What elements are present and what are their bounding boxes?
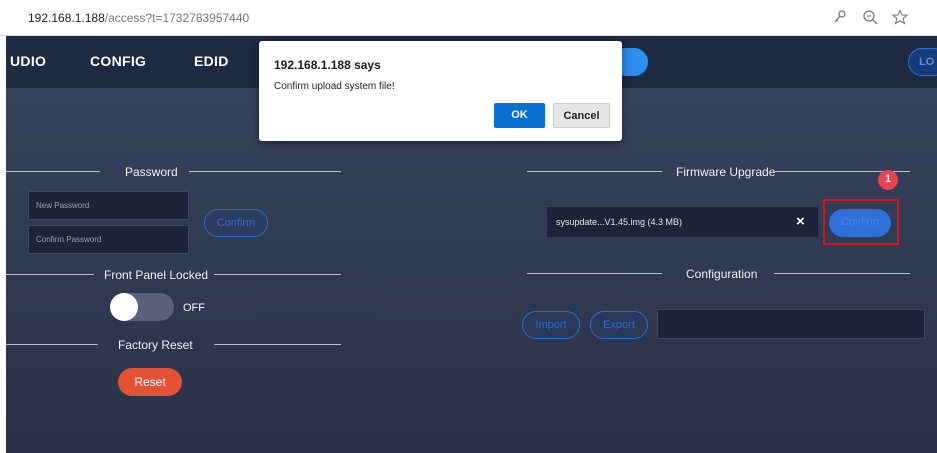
url-path: /access?t=1732783957440 — [104, 11, 250, 25]
dialog-title: 192.168.1.188 says — [274, 58, 381, 72]
address-url[interactable]: 192.168.1.188/access?t=1732783957440 — [28, 11, 249, 25]
firmware-file-name: sysupdate...V1.45.img (4.3 MB) — [556, 217, 683, 227]
import-button[interactable]: Import — [522, 311, 580, 339]
divider — [214, 344, 341, 345]
star-icon[interactable] — [891, 9, 910, 27]
dialog-message: Confirm upload system file! — [274, 81, 395, 92]
confirm-password-placeholder: Confirm Password — [36, 235, 102, 244]
nav-item-edid[interactable]: EDID — [194, 53, 229, 69]
ok-button[interactable]: OK — [494, 103, 545, 128]
logout-button[interactable]: LO — [908, 48, 937, 76]
firmware-title: Firmware Upgrade — [676, 165, 776, 179]
confirm-dialog: 192.168.1.188 says Confirm upload system… — [259, 41, 622, 141]
new-password-field[interactable]: New Password — [28, 191, 189, 220]
divider — [189, 171, 341, 172]
export-button[interactable]: Export — [590, 311, 648, 339]
firmware-file-field[interactable]: sysupdate...V1.45.img (4.3 MB) × — [547, 207, 818, 237]
toggle-knob — [110, 293, 138, 321]
zoom-icon[interactable] — [862, 9, 880, 27]
key-icon[interactable] — [832, 9, 850, 27]
front-panel-title: Front Panel Locked — [104, 268, 209, 282]
front-panel-toggle[interactable] — [110, 293, 174, 321]
divider — [527, 273, 662, 274]
divider — [774, 273, 910, 274]
highlight-box — [823, 199, 899, 245]
divider — [6, 274, 94, 275]
configuration-field[interactable] — [657, 309, 925, 339]
step-badge: 1 — [878, 170, 898, 190]
clear-file-icon[interactable]: × — [796, 213, 805, 230]
nav-item-audio[interactable]: UDIO — [10, 53, 46, 69]
password-confirm-button[interactable]: Confirm — [204, 209, 268, 237]
browser-address-bar: 192.168.1.188/access?t=1732783957440 — [0, 0, 937, 36]
password-title: Password — [125, 165, 178, 179]
divider — [6, 171, 100, 172]
confirm-password-field[interactable]: Confirm Password — [28, 225, 189, 254]
divider — [6, 344, 98, 345]
new-password-placeholder: New Password — [36, 201, 90, 210]
nav-item-config[interactable]: CONFIG — [90, 53, 146, 69]
divider — [214, 274, 341, 275]
configuration-title: Configuration — [686, 267, 758, 281]
reset-button[interactable]: Reset — [118, 368, 182, 396]
divider — [527, 171, 662, 172]
toggle-state: OFF — [183, 302, 205, 314]
url-host: 192.168.1.188 — [28, 11, 105, 25]
factory-reset-title: Factory Reset — [118, 338, 193, 352]
cancel-button[interactable]: Cancel — [553, 103, 610, 128]
